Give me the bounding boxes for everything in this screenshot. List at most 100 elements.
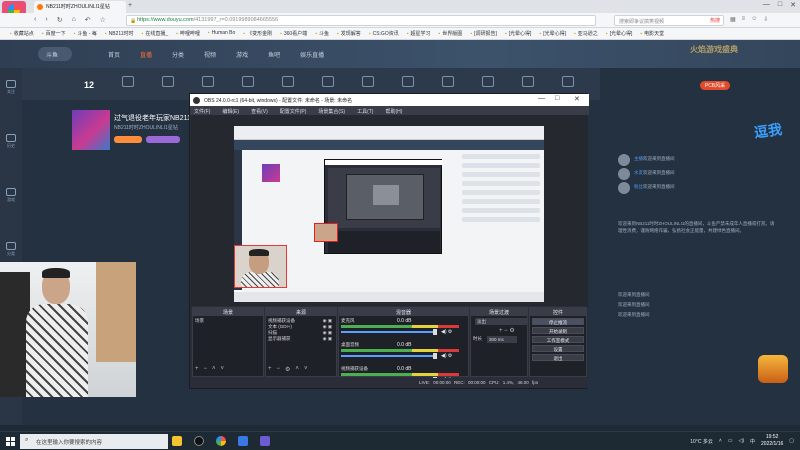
visibility-icon[interactable]: ◉ ▣ xyxy=(323,336,332,342)
room-tool-icon[interactable] xyxy=(482,76,494,87)
bookmark-item[interactable]: [调研报告] xyxy=(470,30,497,39)
room-tool-icon[interactable] xyxy=(322,76,334,87)
bookmark-item[interactable]: 斗鱼 - 每 xyxy=(74,30,96,39)
bookmark-item[interactable]: [光晕心得] xyxy=(505,30,532,39)
control-button[interactable]: 工作室模式 xyxy=(532,336,584,343)
menu-icon[interactable]: ≡ xyxy=(742,16,746,23)
weather-widget[interactable]: 10°C 多云 xyxy=(690,438,713,445)
scene-item[interactable]: 场景 xyxy=(195,318,261,324)
browser-tab-active[interactable]: NB211时时ZHOULINLI1星钻 xyxy=(34,1,126,13)
control-button[interactable]: 停止推流 xyxy=(532,318,584,325)
obs-preview[interactable] xyxy=(191,115,588,306)
source-up-icon[interactable]: ˄ xyxy=(295,366,299,375)
bookmark-item[interactable]: 在线直播_ xyxy=(142,30,168,39)
history-icon[interactable]: ↶ xyxy=(85,16,91,24)
chat-avatar[interactable] xyxy=(618,182,630,194)
room-tool-icon[interactable] xyxy=(242,76,254,87)
app-icon-blue[interactable] xyxy=(238,436,248,446)
chat-avatar[interactable] xyxy=(618,154,630,166)
bookmark-item[interactable]: 超星学习 xyxy=(407,30,431,39)
chat-avatar[interactable] xyxy=(618,168,630,180)
home-icon[interactable]: ⌂ xyxy=(72,16,76,24)
douyu-menu-item[interactable]: 首页 xyxy=(108,50,120,59)
bookmark-item[interactable]: 哔哩哔哩 xyxy=(176,30,200,39)
taskbar-search-input[interactable]: ⌕ 在这里输入你要搜索的内容 xyxy=(20,434,168,449)
back-icon[interactable]: ‹ xyxy=(34,16,36,24)
extension-icon[interactable]: ▦ xyxy=(730,16,736,23)
volume-fader-knob[interactable] xyxy=(433,353,437,359)
room-tool-icon[interactable] xyxy=(162,76,174,87)
douyu-menu-item[interactable]: 直播 xyxy=(140,50,152,59)
room-tool-icon[interactable] xyxy=(282,76,294,87)
forward-icon[interactable]: › xyxy=(45,16,47,24)
mascot-icon[interactable] xyxy=(758,355,788,383)
bookmark-item[interactable]: Human Bo xyxy=(208,30,236,39)
obs-menu-item[interactable]: 场景集合(S) xyxy=(318,108,345,115)
obs-menu-item[interactable]: 查看(V) xyxy=(251,108,268,115)
bookmark-item[interactable]: NB211时时 xyxy=(105,30,134,39)
transition-select[interactable]: 淡出 xyxy=(475,318,527,325)
new-tab-button[interactable]: + xyxy=(128,2,132,9)
notification-icon[interactable]: ▢ xyxy=(789,438,794,444)
bookmark-item[interactable]: 世界版图 xyxy=(439,30,462,39)
speaker-icon[interactable]: ◀) ⚙ xyxy=(441,353,452,359)
chat-username[interactable]: 粉丝 xyxy=(634,184,643,189)
close-icon[interactable]: ✕ xyxy=(790,1,796,9)
obs-menu-item[interactable]: 编辑(E) xyxy=(222,108,239,115)
bookmark-item[interactable]: 收藏站点 xyxy=(10,30,34,39)
duration-input[interactable]: 300 ms xyxy=(487,336,517,343)
obs-menu-item[interactable]: 配置文件(P) xyxy=(280,108,307,115)
source-down-icon[interactable]: ˅ xyxy=(304,366,308,375)
room-tool-icon[interactable] xyxy=(522,76,534,87)
room-tool-icon[interactable] xyxy=(362,76,374,87)
bookmark-item[interactable]: 《变形金刚 xyxy=(243,30,272,39)
remove-scene-icon[interactable]: − xyxy=(204,366,208,375)
windows-start-icon[interactable] xyxy=(6,437,15,446)
network-icon[interactable]: ▭ xyxy=(728,438,733,444)
volume-fader[interactable] xyxy=(341,355,433,357)
pk-badge[interactable]: PCB风采 xyxy=(700,81,730,90)
room-tool-icon[interactable] xyxy=(402,76,414,87)
sidebar-item[interactable]: 关注 xyxy=(4,80,18,95)
file-explorer-icon[interactable] xyxy=(172,436,182,446)
add-scene-icon[interactable]: + xyxy=(195,366,199,375)
control-button[interactable]: 开始录制 xyxy=(532,327,584,334)
minimize-icon[interactable]: — xyxy=(763,1,770,9)
add-source-icon[interactable]: + xyxy=(268,366,272,375)
move-down-icon[interactable]: ˅ xyxy=(221,366,225,375)
source-settings-icon[interactable]: ⚙ xyxy=(285,366,290,375)
sidebar-item[interactable]: 历史 xyxy=(4,134,18,149)
control-button[interactable]: 退出 xyxy=(532,354,584,361)
obs-minimize-icon[interactable]: — xyxy=(538,95,545,102)
obs-window[interactable]: OBS 24.0.0-rc1 (64-bit, windows) - 配置文件:… xyxy=(189,93,589,389)
maximize-icon[interactable]: □ xyxy=(778,1,782,9)
douyu-menu-item[interactable]: 游戏 xyxy=(236,50,248,59)
browser-search-input[interactable]: 搜索即争议搞笑视频 热搜 xyxy=(614,15,724,26)
favorites-icon[interactable]: ☆ xyxy=(100,16,106,24)
volume-fader[interactable] xyxy=(341,331,433,333)
anchor-name[interactable]: NB211时时ZHOULINLI1星钻 xyxy=(114,124,178,131)
refresh-icon[interactable]: ↻ xyxy=(57,16,63,24)
obs-app-icon[interactable] xyxy=(194,436,204,446)
source-item[interactable]: 显示器捕获 ◉ ▣ xyxy=(268,336,334,342)
sidebar-item[interactable]: 游戏 xyxy=(4,188,18,203)
browser-app-icon[interactable] xyxy=(216,436,226,446)
control-button[interactable]: 设置 xyxy=(532,345,584,352)
preview-webcam-source[interactable] xyxy=(234,245,287,288)
douyu-menu-item[interactable]: 视频 xyxy=(204,50,216,59)
bookmark-item[interactable]: 电影天堂 xyxy=(640,30,664,39)
move-up-icon[interactable]: ˄ xyxy=(212,366,216,375)
download-icon[interactable]: ⇩ xyxy=(763,16,768,23)
speaker-icon[interactable]: ◀) ⚙ xyxy=(441,329,452,335)
douyu-menu-item[interactable]: 分类 xyxy=(172,50,184,59)
event-banner[interactable]: 火焰游戏盛典 xyxy=(690,44,790,64)
bookmark-item[interactable]: [光晕心得] xyxy=(539,30,566,39)
volume-icon[interactable]: ◁) xyxy=(738,438,744,444)
bookmark-item[interactable]: 斗鱼 xyxy=(315,30,329,39)
bookmark-item[interactable]: 百度一下 xyxy=(42,30,66,39)
transition-settings-icon[interactable]: ⚙ xyxy=(509,328,514,334)
tray-arrow-icon[interactable]: ˄ xyxy=(719,438,722,444)
anchor-avatar[interactable] xyxy=(72,110,110,150)
user-icon[interactable]: ☺ xyxy=(751,16,757,23)
url-input[interactable]: 🔒 https://www.douyu.com/4131997_r=0.09199… xyxy=(126,15,596,26)
